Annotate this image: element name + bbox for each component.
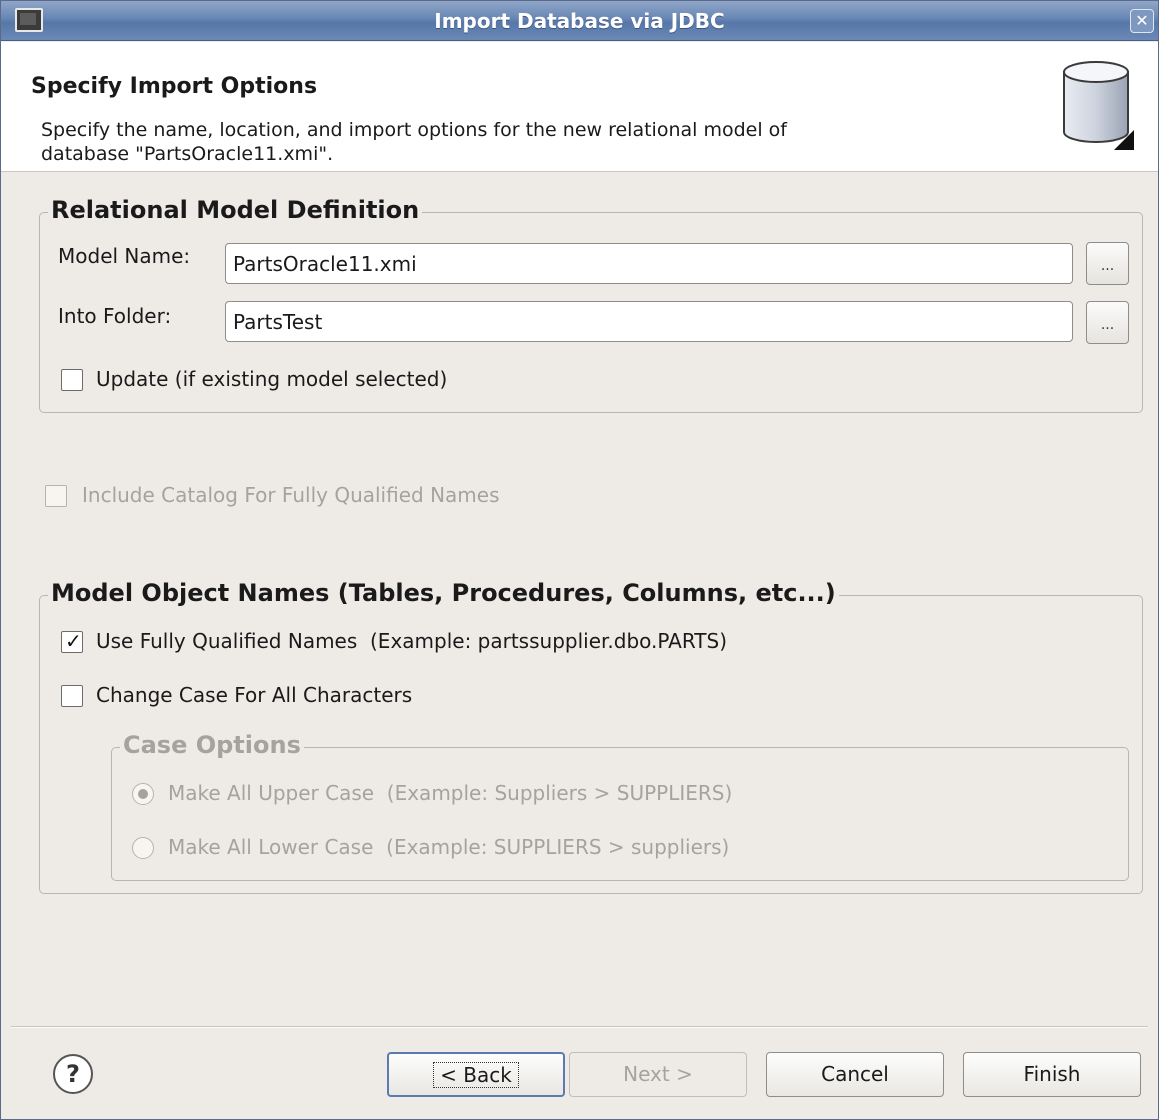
upper-case-example: (Example: Suppliers > SUPPLIERS) <box>386 781 733 805</box>
import-dialog: Import Database via JDBC ✕ Specify Impor… <box>0 0 1159 1120</box>
case-options-group: Case Options <box>111 730 1129 881</box>
model-name-field[interactable]: PartsOracle11.xmi <box>225 243 1073 284</box>
help-icon[interactable]: ? <box>53 1054 93 1094</box>
into-folder-field[interactable]: PartsTest <box>225 301 1073 342</box>
finish-button[interactable]: Finish <box>963 1052 1141 1097</box>
description-line-2: database "PartsOracle11.xmi". <box>41 143 334 165</box>
next-button[interactable]: Next > <box>569 1052 747 1097</box>
update-checkbox[interactable] <box>61 369 83 391</box>
back-button-label: < Back <box>433 1062 519 1088</box>
lower-case-radio[interactable] <box>132 837 154 859</box>
lower-case-example: (Example: SUPPLIERS > suppliers) <box>386 835 730 859</box>
radio-selected-dot <box>138 789 148 799</box>
use-fully-qualified-label[interactable]: Use Fully Qualified Names (Example: part… <box>96 629 727 653</box>
upper-case-radio[interactable] <box>132 783 154 805</box>
description-line-1: Specify the name, location, and import o… <box>41 119 787 141</box>
lower-case-text: Make All Lower Case <box>168 835 374 859</box>
into-folder-browse-button[interactable]: ... <box>1086 301 1129 344</box>
relational-model-legend: Relational Model Definition <box>48 195 423 225</box>
database-cylinder-icon <box>1063 61 1134 150</box>
close-button[interactable]: ✕ <box>1130 9 1154 33</box>
change-case-checkbox[interactable] <box>61 685 83 707</box>
use-fully-qualified-example: (Example: partssupplier.dbo.PARTS) <box>370 629 728 653</box>
button-bar-separator <box>11 1026 1148 1028</box>
window-title: Import Database via JDBC <box>434 9 725 33</box>
title-bar[interactable]: Import Database via JDBC ✕ <box>1 1 1158 41</box>
include-catalog-checkbox[interactable] <box>45 485 67 507</box>
update-checkbox-label[interactable]: Update (if existing model selected) <box>96 367 447 391</box>
into-folder-label: Into Folder: <box>58 304 172 328</box>
upper-case-label[interactable]: Make All Upper Case (Example: Suppliers … <box>168 781 732 805</box>
cancel-button[interactable]: Cancel <box>766 1052 944 1097</box>
checkmark-icon: ✓ <box>65 629 82 653</box>
page-description: Specify the name, location, and import o… <box>41 118 1001 166</box>
change-case-label[interactable]: Change Case For All Characters <box>96 683 412 707</box>
use-fully-qualified-checkbox[interactable]: ✓ <box>61 629 83 653</box>
use-fully-qualified-text: Use Fully Qualified Names <box>96 629 358 653</box>
model-object-names-legend: Model Object Names (Tables, Procedures, … <box>48 578 839 608</box>
case-options-legend: Case Options <box>120 730 304 760</box>
model-name-label: Model Name: <box>58 244 191 268</box>
upper-case-text: Make All Upper Case <box>168 781 375 805</box>
page-title: Specify Import Options <box>31 74 318 99</box>
back-button[interactable]: < Back <box>387 1052 565 1097</box>
include-catalog-label[interactable]: Include Catalog For Fully Qualified Name… <box>82 483 500 507</box>
lower-case-label[interactable]: Make All Lower Case (Example: SUPPLIERS … <box>168 835 729 859</box>
model-name-browse-button[interactable]: ... <box>1086 242 1129 285</box>
header-banner: Specify Import Options Specify the name,… <box>1 42 1158 172</box>
